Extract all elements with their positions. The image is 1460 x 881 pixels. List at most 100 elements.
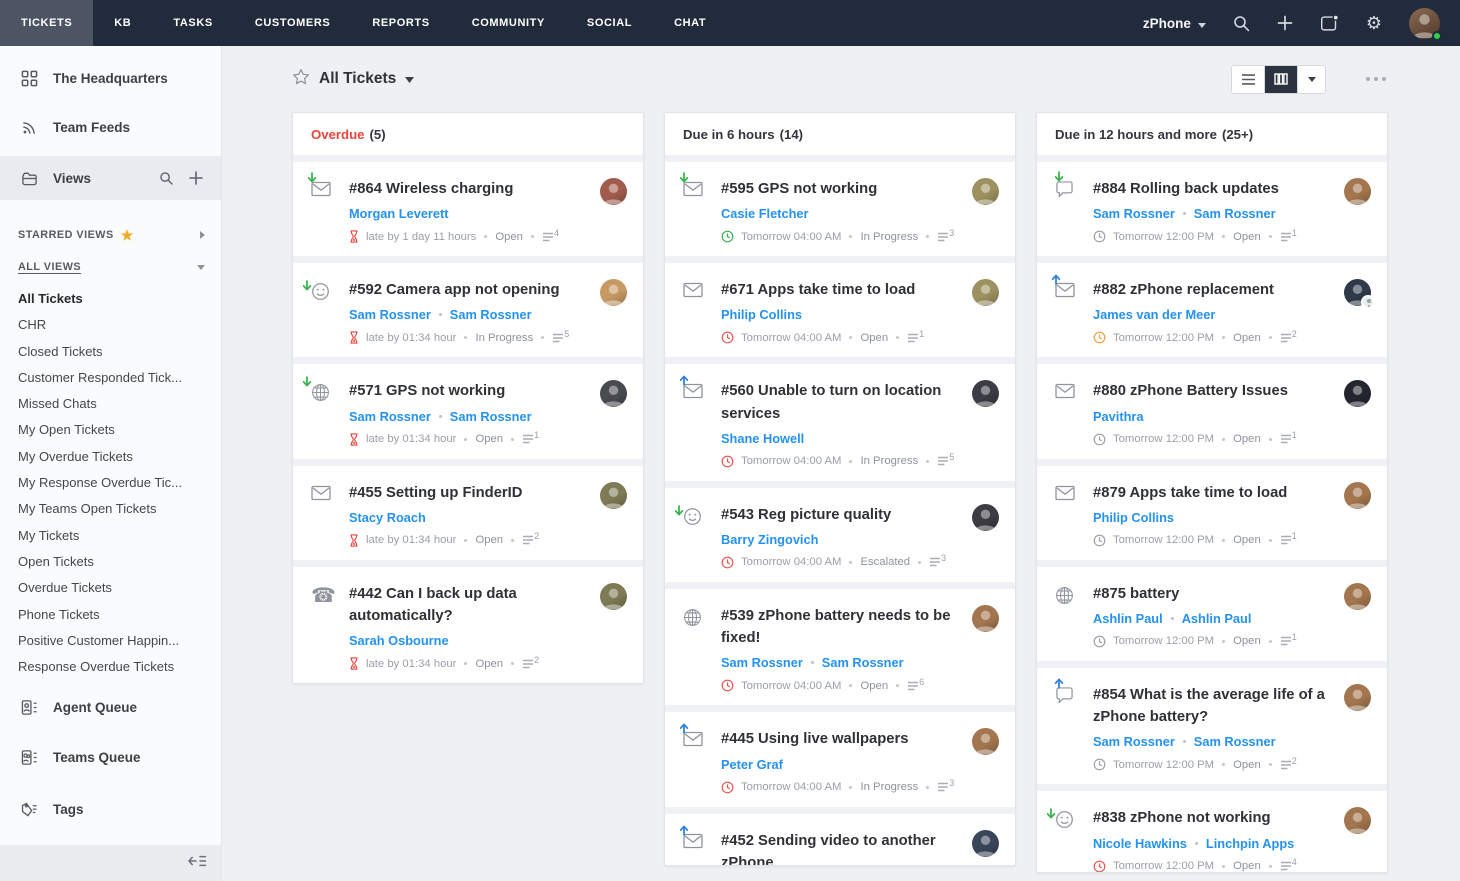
view-item-overdue-tickets[interactable]: Overdue Tickets [18,575,221,601]
ticket-title: #571 GPS not working [349,380,588,402]
view-item-all-tickets[interactable]: All Tickets [18,286,221,312]
view-item-open-tickets[interactable]: Open Tickets [18,549,221,575]
sidebar-item-agent-queue[interactable]: Agent Queue [0,682,221,732]
view-item-my-teams-open-tickets[interactable]: My Teams Open Tickets [18,496,221,522]
view-item-positive-customer-happin[interactable]: Positive Customer Happin... [18,628,221,654]
contact-link[interactable]: Sam Rossner [349,409,431,424]
starred-views-section[interactable]: STARRED VIEWS ★ [0,220,221,250]
sidebar-item-team-feeds[interactable]: Team Feeds [0,102,221,152]
contact-link[interactable]: James van der Meer [1093,307,1215,322]
nav-tab-kb[interactable]: KB [93,0,152,46]
more-options-button[interactable] [1364,71,1388,87]
star-outline-icon[interactable] [292,68,310,91]
view-item-my-response-overdue-tic[interactable]: My Response Overdue Tic... [18,470,221,496]
ticket-card[interactable]: #455 Setting up FinderIDStacy Roachlate … [293,466,643,560]
sidebar-item-label: The Headquarters [53,71,168,86]
all-views-section[interactable]: ALL VIEWS [0,252,221,282]
separator-dot [484,235,487,238]
contact-link[interactable]: Sam Rossner [1194,206,1276,221]
ticket-card[interactable]: #864 Wireless chargingMorgan Leverettlat… [293,162,643,256]
column-count: (5) [370,127,386,142]
feedback-icon[interactable] [1320,14,1339,33]
contact-link[interactable]: Philip Collins [721,307,802,322]
view-item-response-overdue-tickets[interactable]: Response Overdue Tickets [18,654,221,680]
view-options-caret-button[interactable] [1298,66,1325,93]
list-view-button[interactable] [1232,66,1265,93]
contact-link[interactable]: Pavithra [1093,409,1144,424]
contact-link[interactable]: Casie Fletcher [721,206,809,221]
view-item-chr[interactable]: CHR [18,312,221,338]
sidebar-item-tags[interactable]: Tags [0,783,221,835]
kanban-view-button[interactable] [1265,66,1298,93]
separator-dot [1269,640,1272,643]
ticket-card[interactable]: #838 zPhone not workingNicole HawkinsLin… [1037,791,1387,873]
contact-link[interactable]: Sam Rossner [1194,734,1276,749]
department-selector[interactable]: zPhone [1143,16,1206,31]
ticket-card[interactable]: #671 Apps take time to loadPhilip Collin… [665,263,1015,357]
contact-link[interactable]: Sam Rossner [822,655,904,670]
contact-link[interactable]: Sam Rossner [1093,206,1175,221]
contact-link[interactable]: Sam Rossner [450,307,532,322]
sidebar-item-teams-queue[interactable]: Teams Queue [0,732,221,783]
ticket-card[interactable]: #875 batteryAshlin PaulAshlin PaulTomorr… [1037,567,1387,661]
contact-link[interactable]: Sam Rossner [1093,734,1175,749]
user-avatar[interactable] [1409,8,1440,39]
ticket-card[interactable]: #543 Reg picture qualityBarry ZingovichT… [665,488,1015,582]
view-item-customer-responded-tick[interactable]: Customer Responded Tick... [18,365,221,391]
ticket-card[interactable]: #571 GPS not working Sam Rossner Sam Rossn… [293,364,643,458]
ticket-card[interactable]: #884 Rolling back updatesSam RossnerSam … [1037,162,1387,256]
settings-gear-icon[interactable]: ⚙ [1366,14,1382,32]
nav-tab-reports[interactable]: REPORTS [351,0,450,46]
sidebar-collapse-bar[interactable] [0,845,221,881]
contact-avatar-photo [1344,807,1371,834]
contact-link[interactable]: Sam Rossner [450,409,532,424]
sidebar-item-headquarters[interactable]: The Headquarters [0,46,221,102]
contact-link[interactable]: Ashlin Paul [1093,611,1163,626]
chevron-down-icon [197,265,205,270]
views-search-icon[interactable] [159,171,174,186]
contact-link[interactable]: Stacy Roach [349,510,426,525]
ticket-card[interactable]: #445 Using live wallpapersPeter GrafTomo… [665,712,1015,806]
contact-link[interactable]: Philip Collins [1093,510,1174,525]
add-icon[interactable] [1277,15,1293,31]
nav-tab-tickets[interactable]: TICKETS [0,0,93,46]
ticket-card[interactable]: #595 GPS not workingCasie FletcherTomorr… [665,162,1015,256]
ticket-body: #880 zPhone Battery IssuesPavithraTomorr… [1093,380,1340,445]
nav-tab-social[interactable]: SOCIAL [566,0,653,46]
contact-link[interactable]: Ashlin Paul [1182,611,1252,626]
contact-link[interactable]: Shane Howell [721,431,804,446]
view-item-closed-tickets[interactable]: Closed Tickets [18,339,221,365]
contact-link[interactable]: Nicole Hawkins [1093,836,1187,851]
view-item-phone-tickets[interactable]: Phone Tickets [18,602,221,628]
ticket-card[interactable]: #560 Unable to turn on location services… [665,364,1015,480]
ticket-card[interactable]: #452 Sending video to another zPhoneRaje… [665,814,1015,867]
ticket-card[interactable]: #879 Apps take time to loadPhilip Collin… [1037,466,1387,560]
ticket-card[interactable]: #880 zPhone Battery IssuesPavithraTomorr… [1037,364,1387,458]
nav-tab-chat[interactable]: CHAT [653,0,727,46]
view-dropdown-caret-icon[interactable] [405,70,414,88]
contact-link[interactable]: Barry Zingovich [721,532,818,547]
views-add-icon[interactable] [189,171,203,185]
nav-tab-tasks[interactable]: TASKS [152,0,233,46]
view-item-missed-chats[interactable]: Missed Chats [18,391,221,417]
ticket-card[interactable]: ☎#442 Can I back up data automatically?S… [293,567,643,683]
view-item-my-tickets[interactable]: My Tickets [18,523,221,549]
view-item-my-open-tickets[interactable]: My Open Tickets [18,417,221,443]
contact-link[interactable]: Linchpin Apps [1206,836,1294,851]
thread-count-icon: 5 [937,456,954,466]
ticket-card[interactable]: #539 zPhone battery needs to be fixed!Sa… [665,589,1015,705]
contact-link[interactable]: Peter Graf [721,757,783,772]
ticket-card[interactable]: #882 zPhone replacementJames van der Mee… [1037,263,1387,357]
ticket-card[interactable]: #592 Camera app not openingSam RossnerSa… [293,263,643,357]
search-icon[interactable] [1233,15,1250,32]
sidebar-item-views[interactable]: Views [0,156,221,200]
ticket-card[interactable]: #854 What is the average life of a zPhon… [1037,668,1387,784]
separator-dot [1269,763,1272,766]
contact-link[interactable]: Sam Rossner [721,655,803,670]
contact-link[interactable]: Morgan Leverett [349,206,449,221]
contact-link[interactable]: Sam Rossner [349,307,431,322]
nav-tab-community[interactable]: COMMUNITY [451,0,566,46]
nav-tab-customers[interactable]: CUSTOMERS [234,0,351,46]
view-item-my-overdue-tickets[interactable]: My Overdue Tickets [18,444,221,470]
contact-link[interactable]: Sarah Osbourne [349,633,449,648]
